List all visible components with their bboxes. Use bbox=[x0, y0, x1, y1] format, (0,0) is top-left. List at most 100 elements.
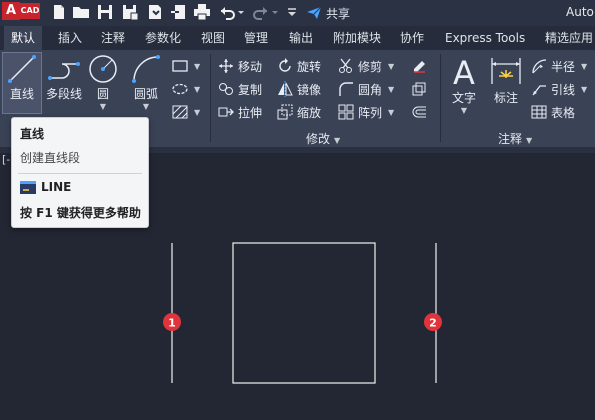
polyline-button[interactable]: 多段线 bbox=[44, 54, 84, 102]
hatch-tool[interactable]: ▼ bbox=[172, 102, 200, 122]
eraser-icon bbox=[414, 61, 425, 73]
rectangle-shape[interactable] bbox=[232, 242, 376, 384]
fillet-tool[interactable]: 圆角 ▼ bbox=[338, 79, 394, 99]
tooltip-help: 按 F1 键获得更多帮助 bbox=[20, 206, 141, 220]
app-logo[interactable]: A CAD bbox=[2, 2, 40, 20]
share-button[interactable]: 共享 bbox=[306, 4, 350, 22]
modify-group-label[interactable]: 修改 ▼ bbox=[306, 130, 340, 147]
line-button[interactable]: 直线 bbox=[2, 52, 42, 114]
leader-label: 引线 bbox=[551, 82, 576, 97]
explode-tool[interactable] bbox=[411, 79, 427, 99]
move-tool[interactable]: 移动 bbox=[218, 56, 262, 76]
open-from-web-icon[interactable] bbox=[146, 3, 164, 21]
redo-dropdown-icon[interactable] bbox=[270, 3, 280, 21]
offset-tool[interactable] bbox=[411, 102, 427, 122]
tab-parametric[interactable]: 参数化 bbox=[145, 26, 181, 50]
rotate-icon bbox=[279, 58, 291, 72]
erase-tool[interactable] bbox=[411, 56, 427, 76]
trim-tool[interactable]: 修剪 ▼ bbox=[338, 56, 394, 76]
text-dropdown-icon[interactable]: ▼ bbox=[446, 106, 482, 116]
table-label: 表格 bbox=[551, 105, 576, 120]
circle-dropdown-icon[interactable]: ▼ bbox=[86, 102, 120, 112]
ellipse-icon bbox=[172, 83, 188, 95]
arc-dropdown-icon[interactable]: ▼ bbox=[128, 102, 164, 112]
arc-button[interactable]: 圆弧 ▼ bbox=[128, 54, 164, 112]
tab-featured-apps[interactable]: 精选应用 bbox=[545, 26, 593, 50]
print-icon[interactable] bbox=[193, 3, 211, 21]
stretch-icon bbox=[218, 107, 234, 117]
app-logo-letter: A bbox=[2, 2, 20, 20]
ellipse-tool[interactable]: ▼ bbox=[172, 79, 200, 99]
fillet-icon bbox=[339, 82, 353, 96]
undo-icon[interactable] bbox=[218, 3, 236, 21]
customize-icon[interactable] bbox=[286, 3, 298, 21]
share-icon bbox=[307, 6, 322, 19]
tab-manage[interactable]: 管理 bbox=[244, 26, 268, 50]
tooltip-command-name: LINE bbox=[41, 180, 72, 194]
leader-tool[interactable]: 引线 ▼ bbox=[531, 79, 587, 99]
marker-2-label: 2 bbox=[429, 317, 437, 330]
offset-icon bbox=[412, 106, 426, 118]
copy-icon bbox=[219, 83, 233, 95]
arc-icon bbox=[132, 55, 160, 83]
save-to-web-icon[interactable] bbox=[170, 3, 188, 21]
stretch-label: 拉伸 bbox=[238, 105, 263, 120]
rotate-label: 旋转 bbox=[297, 59, 322, 74]
open-icon[interactable] bbox=[72, 3, 90, 21]
copy-label: 复制 bbox=[238, 82, 263, 97]
marker-1-label: 1 bbox=[168, 317, 176, 330]
circle-icon bbox=[89, 55, 117, 83]
new-icon[interactable] bbox=[50, 3, 68, 21]
copy-tool[interactable]: 复制 bbox=[218, 79, 262, 99]
tab-annotate[interactable]: 注释 bbox=[101, 26, 125, 50]
tab-insert[interactable]: 插入 bbox=[58, 26, 82, 50]
hatch-icon bbox=[172, 105, 188, 119]
scale-label: 缩放 bbox=[297, 105, 322, 120]
circle-button[interactable]: 圆 ▼ bbox=[86, 54, 120, 112]
dimension-button[interactable]: 标注 bbox=[488, 54, 524, 106]
tooltip-divider bbox=[18, 173, 142, 174]
ribbon-separator bbox=[440, 54, 441, 142]
array-icon bbox=[338, 104, 354, 120]
text-icon: A bbox=[453, 54, 475, 88]
share-label: 共享 bbox=[326, 6, 351, 21]
tab-addins[interactable]: 附加模块 bbox=[333, 26, 381, 50]
app-logo-text: CAD bbox=[20, 3, 40, 19]
rotate-tool[interactable]: 旋转 bbox=[277, 56, 321, 76]
leader-icon bbox=[532, 85, 546, 96]
array-tool[interactable]: 阵列 ▼ bbox=[338, 102, 394, 122]
tab-express-tools[interactable]: Express Tools bbox=[445, 26, 525, 50]
table-tool[interactable]: 表格 bbox=[531, 102, 575, 122]
viewport-controls[interactable]: [- bbox=[2, 153, 10, 166]
undo-dropdown-icon[interactable] bbox=[236, 3, 246, 21]
radius-tool[interactable]: 半径 ▼ bbox=[531, 56, 587, 76]
annotation-group-label[interactable]: 注释 ▼ bbox=[498, 130, 532, 147]
quick-access-toolbar: A CAD 共享 Auto bbox=[0, 0, 595, 26]
modify-group-text: 修改 bbox=[306, 132, 331, 146]
polyline-label: 多段线 bbox=[45, 87, 82, 101]
scale-tool[interactable]: 缩放 bbox=[277, 102, 321, 122]
radius-label: 半径 bbox=[551, 59, 576, 74]
tab-output[interactable]: 输出 bbox=[289, 26, 313, 50]
mirror-tool[interactable]: 镜像 bbox=[277, 79, 321, 99]
svg-text:A: A bbox=[453, 54, 475, 88]
dimension-label: 标注 bbox=[493, 91, 518, 105]
tooltip-title: 直线 bbox=[20, 127, 45, 141]
array-label: 阵列 bbox=[358, 105, 383, 120]
command-line-icon bbox=[20, 180, 36, 194]
circle-label: 圆 bbox=[96, 87, 109, 101]
save-icon[interactable] bbox=[96, 3, 114, 21]
dimension-icon bbox=[491, 58, 521, 84]
tab-collaborate[interactable]: 协作 bbox=[400, 26, 424, 50]
rectangle-tool[interactable]: ▼ bbox=[172, 56, 200, 76]
save-as-icon[interactable] bbox=[121, 3, 139, 21]
stretch-tool[interactable]: 拉伸 bbox=[218, 102, 262, 122]
redo-icon[interactable] bbox=[252, 3, 270, 21]
ribbon-separator bbox=[210, 54, 211, 142]
polyline-icon bbox=[48, 62, 80, 80]
tab-default[interactable]: 默认 bbox=[4, 26, 43, 50]
tooltip-description: 创建直线段 bbox=[20, 151, 81, 165]
line-label: 直线 bbox=[9, 87, 34, 101]
tab-view[interactable]: 视图 bbox=[201, 26, 225, 50]
text-button[interactable]: A 文字 ▼ bbox=[446, 54, 482, 116]
